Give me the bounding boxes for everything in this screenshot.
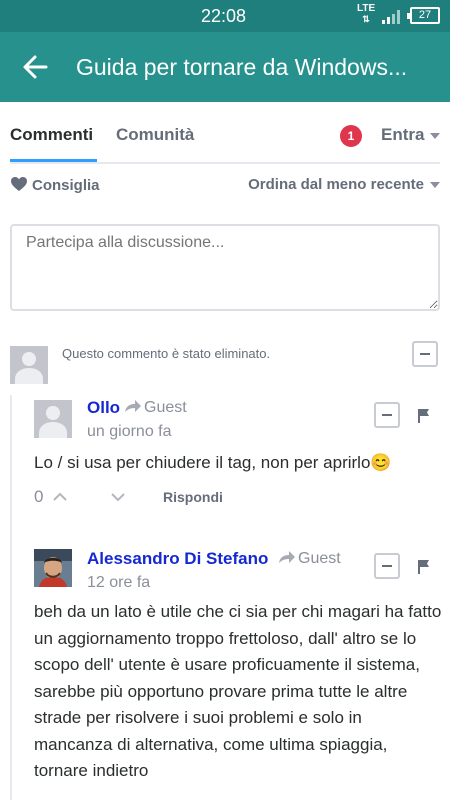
reply-button[interactable]: Rispondi bbox=[163, 489, 223, 505]
data-arrows-icon: ⇅ bbox=[362, 14, 370, 24]
vote-count: 0 bbox=[34, 487, 44, 506]
flag-icon[interactable] bbox=[417, 408, 431, 424]
network-label: LTE bbox=[357, 3, 376, 14]
signal-icon bbox=[382, 10, 400, 24]
login-label: Entra bbox=[381, 125, 425, 144]
page-title: Guida per tornare da Windows... bbox=[76, 54, 408, 80]
collapse-button[interactable] bbox=[374, 402, 400, 428]
user-photo bbox=[34, 549, 72, 587]
comment-author[interactable]: Ollo bbox=[87, 398, 120, 418]
chevron-down-icon bbox=[430, 132, 441, 139]
collapse-button[interactable] bbox=[412, 341, 438, 367]
avatar[interactable] bbox=[34, 549, 72, 587]
guest-label: Guest bbox=[124, 399, 187, 417]
battery-level: 27 bbox=[418, 9, 432, 21]
comment-author[interactable]: Alessandro Di Stefano bbox=[87, 549, 268, 569]
comment-text: Lo / si usa per chiudere il tag, non per… bbox=[34, 453, 392, 472]
thread-line bbox=[10, 395, 12, 800]
heart-icon bbox=[11, 177, 27, 191]
comment-input[interactable] bbox=[10, 224, 440, 311]
comment-timestamp[interactable]: un giorno fa bbox=[87, 423, 172, 441]
app-bar: Guida per tornare da Windows... bbox=[0, 32, 450, 102]
share-arrow-icon bbox=[279, 551, 295, 563]
tab-bar: Commenti Comunità 1 Entra bbox=[0, 102, 450, 164]
guest-label: Guest bbox=[278, 550, 341, 568]
comment-timestamp[interactable]: 12 ore fa bbox=[87, 574, 150, 592]
chevron-down-icon[interactable] bbox=[110, 492, 126, 502]
status-bar: 22:08 LTE ⇅ 27 bbox=[0, 0, 450, 32]
share-arrow-icon bbox=[125, 400, 141, 412]
avatar[interactable] bbox=[34, 400, 72, 438]
guest-text: Guest bbox=[298, 550, 341, 567]
deleted-comment-text: Questo commento è stato eliminato. bbox=[62, 346, 271, 361]
chevron-down-icon bbox=[430, 182, 440, 189]
battery-icon: 27 bbox=[407, 7, 440, 24]
chevron-up-icon[interactable] bbox=[52, 492, 68, 502]
tab-community[interactable]: Comunità bbox=[116, 125, 194, 145]
sort-label: Ordina dal meno recente bbox=[248, 176, 424, 193]
status-time: 22:08 bbox=[201, 6, 247, 26]
back-arrow-icon[interactable] bbox=[22, 54, 48, 80]
guest-text: Guest bbox=[144, 399, 187, 416]
recommend-button[interactable]: Consiglia bbox=[10, 176, 100, 194]
tab-comments[interactable]: Commenti bbox=[10, 125, 93, 145]
notification-badge[interactable]: 1 bbox=[340, 125, 362, 147]
avatar[interactable] bbox=[10, 346, 48, 384]
comment-text: beh da un lato è utile che ci sia per ch… bbox=[34, 602, 442, 780]
divider bbox=[10, 162, 440, 164]
collapse-button[interactable] bbox=[374, 553, 400, 579]
network-indicator: LTE ⇅ bbox=[357, 3, 376, 25]
recommend-label: Consiglia bbox=[32, 177, 100, 194]
flag-icon[interactable] bbox=[417, 559, 431, 575]
login-dropdown[interactable]: Entra bbox=[381, 125, 441, 145]
sort-dropdown[interactable]: Ordina dal meno recente bbox=[248, 176, 440, 193]
